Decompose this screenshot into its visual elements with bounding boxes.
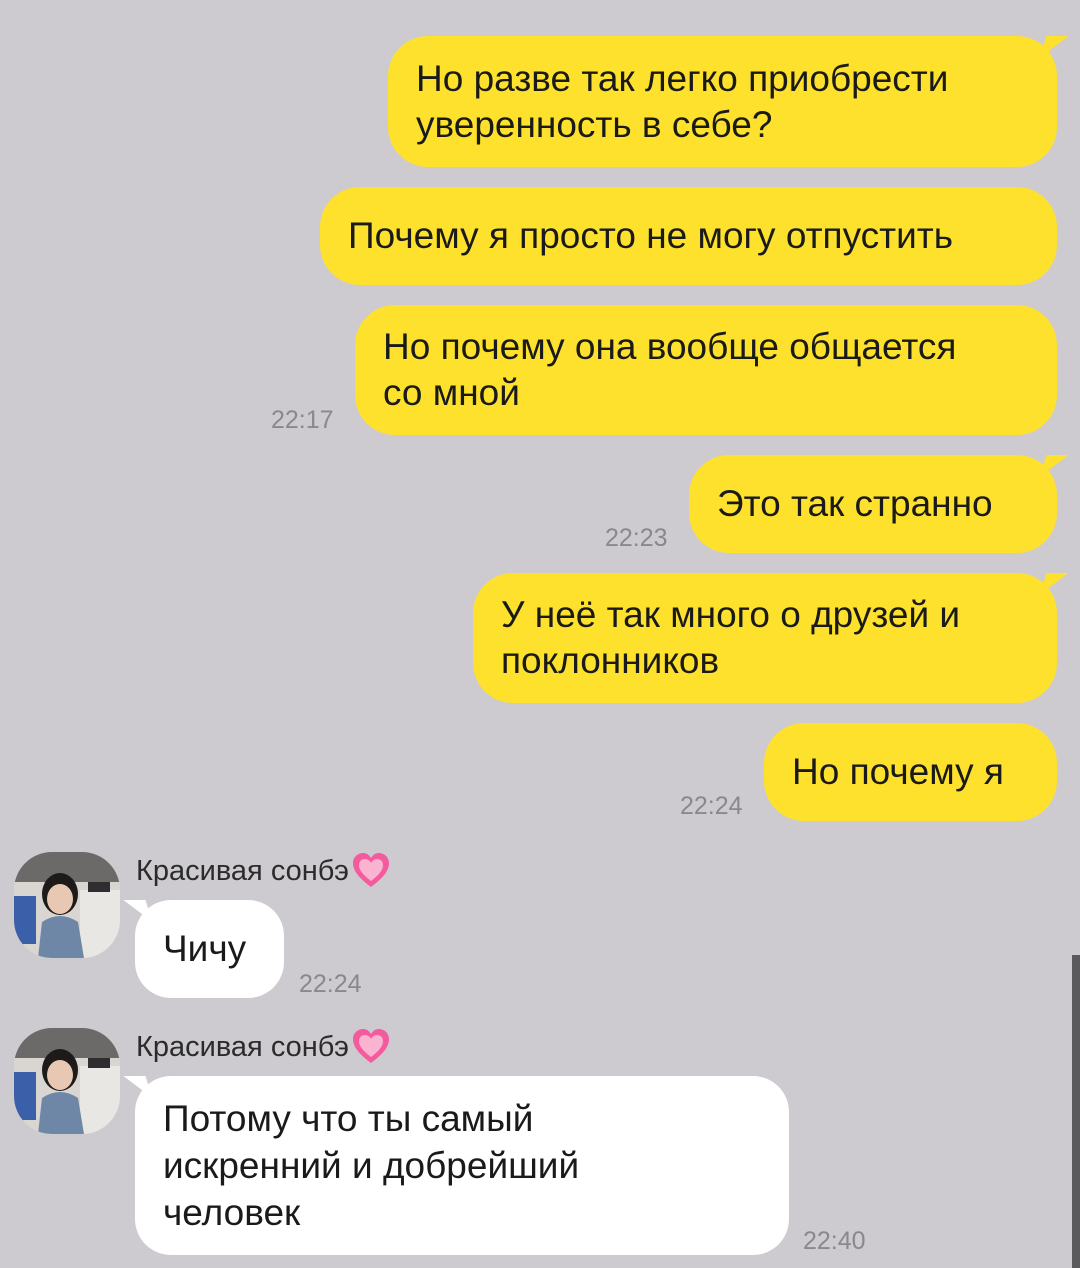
sender-name-text: Красивая сонбэ bbox=[136, 1030, 349, 1063]
outgoing-message[interactable]: Почему я просто не могу отпустить bbox=[320, 187, 1057, 285]
incoming-message[interactable]: Потому что ты самый искренний и добрейши… bbox=[123, 1076, 789, 1255]
outgoing-message[interactable]: Но разве так легко приобрести уверенност… bbox=[388, 36, 1069, 167]
bubble-tail bbox=[1039, 455, 1069, 477]
message-timestamp: 22:24 bbox=[680, 792, 743, 820]
sender-avatar[interactable] bbox=[14, 1028, 120, 1134]
sender-name-text: Красивая сонбэ bbox=[136, 854, 349, 887]
bubble-tail bbox=[1039, 573, 1069, 595]
sender-name: Красивая сонбэ bbox=[136, 1028, 391, 1066]
outgoing-message[interactable]: Но почему я bbox=[764, 723, 1057, 821]
message-text: Чичу bbox=[163, 928, 247, 969]
avatar-photo bbox=[14, 1028, 120, 1134]
bubble-tail bbox=[123, 1076, 153, 1098]
bubble-tail bbox=[1039, 36, 1069, 58]
incoming-message[interactable]: Чичу bbox=[123, 900, 284, 998]
sender-avatar[interactable] bbox=[14, 852, 120, 958]
message-text: Почему я просто не могу отпустить bbox=[348, 215, 953, 256]
message-timestamp: 22:17 bbox=[271, 406, 334, 434]
message-text: Это так странно bbox=[717, 483, 993, 524]
pink-heart-icon bbox=[352, 853, 389, 887]
chat-view[interactable]: Но разве так легко приобрести уверенност… bbox=[0, 0, 1080, 1268]
sender-name: Красивая сонбэ bbox=[136, 852, 391, 890]
message-text: Но почему она вообще общается со мной bbox=[383, 326, 957, 413]
outgoing-message[interactable]: У неё так много о друзей и поклонников bbox=[473, 573, 1069, 703]
outgoing-message[interactable]: Но почему она вообще общается со мной bbox=[355, 305, 1057, 435]
scrollbar[interactable] bbox=[1072, 955, 1080, 1268]
bubble-tail bbox=[123, 900, 153, 922]
message-text: Потому что ты самый искренний и добрейши… bbox=[163, 1098, 580, 1233]
outgoing-message[interactable]: Это так странно bbox=[689, 455, 1069, 553]
avatar-photo bbox=[14, 852, 120, 958]
message-timestamp: 22:23 bbox=[605, 524, 668, 552]
message-timestamp: 22:40 bbox=[803, 1227, 866, 1255]
message-timestamp: 22:24 bbox=[299, 970, 362, 998]
pink-heart-icon bbox=[352, 1029, 389, 1063]
message-text: Но разве так легко приобрести уверенност… bbox=[416, 57, 949, 145]
message-text: У неё так много о друзей и поклонников bbox=[501, 594, 961, 681]
message-text: Но почему я bbox=[792, 751, 1004, 792]
